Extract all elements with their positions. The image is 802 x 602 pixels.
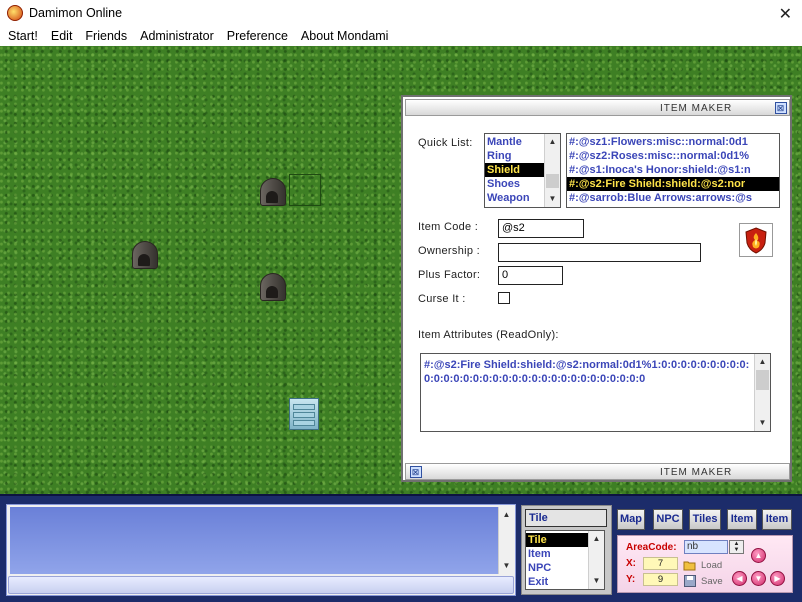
save-button[interactable]: Save [701,576,723,587]
chevron-up-icon[interactable]: ▲ [499,508,514,522]
chevron-down-icon[interactable]: ▼ [730,547,743,553]
cabinet-icon[interactable] [289,398,319,430]
chevron-down-icon[interactable]: ▼ [589,574,604,588]
npc-button[interactable]: NPC [653,509,683,530]
item-maker-footer[interactable]: ⊠ ITEM MAKER [405,463,790,480]
attributes-textarea[interactable]: #:@s2:Fire Shield:shield:@s2:normal:0d1%… [420,353,771,432]
scroll-thumb[interactable] [756,370,769,390]
close-icon[interactable]: ✕ [779,4,792,23]
item-code-field[interactable]: @s2 [498,219,584,238]
ownership-field[interactable] [498,243,701,262]
tombstone-icon[interactable] [260,271,286,301]
tiles-button[interactable]: Tiles [689,509,721,530]
item-maker-caption: ITEM MAKER [660,467,733,478]
list-item[interactable]: #:@s2:Fire Shield:shield:@s2:nor [567,177,779,191]
menu-about[interactable]: About Mondami [301,29,389,43]
menu-edit[interactable]: Edit [51,29,73,43]
scroll-thumb[interactable] [546,174,559,188]
item-maker-titlebar[interactable]: ITEM MAKER ⊠ [405,99,790,116]
y-label: Y: [626,574,636,585]
arrow-up-icon[interactable]: ▲ [751,548,766,563]
menu-friends[interactable]: Friends [85,29,127,43]
scrollbar[interactable]: ▲ ▼ [544,134,560,207]
plus-factor-label: Plus Factor: [418,269,481,281]
chat-log[interactable] [10,507,498,574]
arrow-right-icon[interactable]: ▶ [770,571,785,586]
x-label: X: [626,558,636,569]
area-code-spinner[interactable]: ▲ ▼ [729,540,744,554]
title-bar: Damimon Online ✕ [0,0,802,26]
fire-shield-icon [739,223,773,257]
category-listbox[interactable]: Mantle Ring Shield Shoes Weapon ▲ ▼ [484,133,561,208]
chevron-up-icon[interactable]: ▲ [755,355,770,369]
curse-checkbox[interactable] [498,292,510,304]
plus-factor-field[interactable]: 0 [498,266,563,285]
menu-administrator[interactable]: Administrator [140,29,214,43]
item-button-2[interactable]: Item [762,509,792,530]
menu-bar: Start! Edit Friends Administrator Prefer… [0,26,802,46]
chevron-down-icon[interactable]: ▼ [755,416,770,430]
list-item[interactable]: #:@sz2:Roses:misc::normal:0d1% [567,149,779,163]
ownership-label: Ownership : [418,245,480,257]
tombstone-icon[interactable] [132,239,158,269]
x-field[interactable]: 7 [643,557,678,570]
scrollbar[interactable]: ▲ ▼ [498,507,513,574]
disk-icon[interactable] [683,574,697,587]
chevron-up-icon[interactable]: ▲ [545,135,560,149]
quick-list-label: Quick List: [418,137,473,149]
damimon-logo-icon [7,5,23,21]
load-button[interactable]: Load [701,560,722,571]
scrollbar[interactable]: ▲ ▼ [754,354,770,431]
chat-input[interactable] [8,576,514,594]
item-button[interactable]: Item [727,509,757,530]
close-icon[interactable]: ⊠ [775,102,787,114]
list-item[interactable]: #:@sarrob:Blue Arrows:arrows:@s [567,191,779,205]
chevron-up-icon[interactable]: ▲ [589,532,604,546]
area-code-label: AreaCode: [626,542,677,553]
menu-preference[interactable]: Preference [227,29,288,43]
list-item[interactable]: #:@sz1:Flowers:misc::normal:0d1 [567,135,779,149]
arrow-left-icon[interactable]: ◀ [732,571,747,586]
attributes-text: #:@s2:Fire Shield:shield:@s2:normal:0d1%… [424,359,750,385]
tile-cursor [289,174,321,206]
tombstone-icon[interactable] [260,176,286,206]
chevron-down-icon[interactable]: ▼ [499,559,514,573]
item-code-label: Item Code : [418,221,479,233]
scrollbar[interactable]: ▲ ▼ [588,531,604,589]
item-maker-caption: ITEM MAKER [660,103,733,114]
item-code-listbox[interactable]: #:@sz1:Flowers:misc::normal:0d1 #:@sz2:R… [566,133,780,208]
menu-start[interactable]: Start! [8,29,38,43]
close-icon[interactable]: ⊠ [410,466,422,478]
arrow-down-icon[interactable]: ▼ [751,571,766,586]
folder-icon[interactable] [683,558,697,571]
type-listbox[interactable]: Tile Item NPC Exit ▲ ▼ [525,530,605,590]
curse-it-label: Curse It : [418,293,466,305]
list-item[interactable]: #:@s1:Inoca's Honor:shield:@s1:n [567,163,779,177]
map-button[interactable]: Map [617,509,645,530]
attributes-label: Item Attributes (ReadOnly): [418,329,559,341]
type-combo[interactable]: Tile [525,509,607,527]
window-title: Damimon Online [29,6,123,20]
y-field[interactable]: 9 [643,573,678,586]
chevron-down-icon[interactable]: ▼ [545,192,560,206]
area-code-input[interactable]: nb [684,540,728,554]
